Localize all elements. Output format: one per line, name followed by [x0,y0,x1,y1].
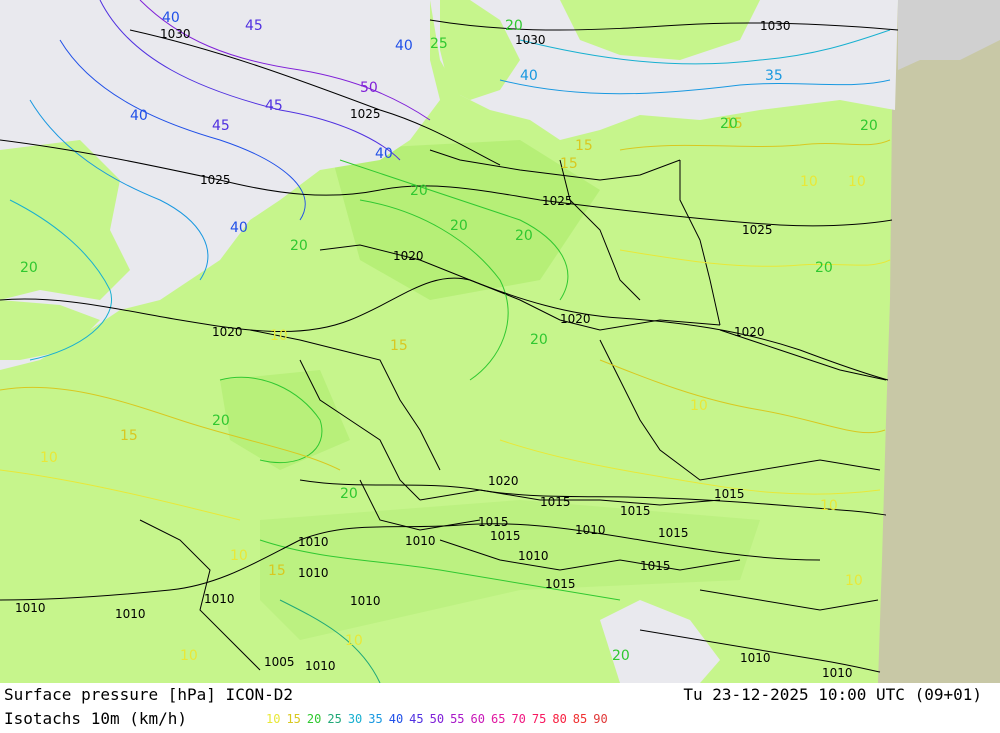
legend-value-20: 20 [306,712,322,726]
isotach-label: 15 [560,156,578,172]
isobar-label: 1015 [478,515,509,529]
isobar-label: 1010 [405,534,436,548]
isobar-label: 1010 [298,566,329,580]
isotachs-label: Isotachs 10m (km/h) [4,709,188,728]
legend-value-75: 75 [531,712,547,726]
legend-value-55: 55 [450,712,465,726]
isobar-label: 1010 [15,601,46,615]
isobar-label: 1015 [714,487,745,501]
isotach-label: 20 [612,648,630,664]
isotach-label: 20 [515,228,533,244]
legend-value-40: 40 [388,712,404,726]
isobar-label: 1015 [658,526,689,540]
isotach-label: 10 [180,648,198,664]
isobar-label: 1020 [212,325,243,339]
isotach-label: 25 [430,36,448,52]
legend-value-60: 60 [470,712,485,726]
legend-value-70: 70 [511,712,526,726]
isotach-label: 20 [720,116,738,132]
legend-value-15: 15 [286,712,301,726]
isotach-label: 40 [375,146,393,162]
isotach-label: 20 [450,218,468,234]
isotach-label: 10 [800,174,818,190]
isobar-label: 1015 [490,529,521,543]
isotach-label: 20 [530,332,548,348]
isotach-label: 20 [290,238,308,254]
legend-value-45: 45 [409,712,424,726]
isobar-label: 1025 [200,173,231,187]
isobar-label: 1020 [560,312,591,326]
isotach-label: 15 [390,338,408,354]
isobar-label: 1010 [822,666,853,680]
legend-value-65: 65 [490,712,506,726]
isotach-label: 40 [162,10,180,26]
isobar-label: 1010 [518,549,549,563]
legend-value-90: 90 [593,712,608,726]
isobar-label: 1010 [298,535,329,549]
isotach-label: 10 [40,450,58,466]
isobar-label: 1030 [160,27,191,41]
isobar-label: 1015 [640,559,671,573]
isotach-label: 10 [845,573,863,589]
legend-value-35: 35 [368,712,383,726]
isobar-label: 1005 [264,655,295,669]
isobar-label: 1025 [350,107,381,121]
isotach-label: 50 [360,80,378,96]
isotach-label: 20 [20,260,38,276]
isotach-label: 45 [245,18,263,34]
legend-value-80: 80 [552,712,567,726]
isobar-label: 1015 [620,504,651,518]
isotach-label: 40 [395,38,413,54]
isobar-label: 1025 [742,223,773,237]
isotach-label: 10 [690,398,708,414]
isotach-label: 35 [765,68,783,84]
isobar-label: 1020 [393,249,424,263]
isotach-label: 10 [230,548,248,564]
isotach-label: 15 [268,563,286,579]
isotach-label: 10 [270,328,288,344]
isobar-label: 1030 [515,33,546,47]
valid-time: Tu 23-12-2025 10:00 UTC (09+01) [683,685,982,704]
isotach-label: 20 [340,486,358,502]
legend-value-10: 10 [266,712,281,726]
isobar-label: 1010 [350,594,381,608]
isobar-label: 1010 [575,523,606,537]
legend-value-85: 85 [572,712,588,726]
isobar-label: 1010 [740,651,771,665]
isotach-label: 15 [120,428,138,444]
isotach-label: 40 [520,68,538,84]
isotach-label: 20 [505,18,523,34]
legend-value-50: 50 [429,712,445,726]
isotach-label: 20 [860,118,878,134]
isobar-label: 1010 [305,659,336,673]
isotach-label: 20 [815,260,833,276]
isotach-label: 40 [130,108,148,124]
isobar-label: 1010 [115,607,146,621]
legend-value-30: 30 [347,712,363,726]
isotach-color-legend: 10 15 20 25 30 35 40 45 50 55 60 65 70 75 80 85 90 [266,712,614,726]
map-footer: Surface pressure [hPa] ICON-D2 Tu 23-12-… [0,683,1000,733]
isobar-label: 1010 [204,592,235,606]
isotach-label: 10 [848,174,866,190]
isotach-label: 45 [265,98,283,114]
product-title: Surface pressure [hPa] ICON-D2 [4,685,293,704]
isotach-label: 40 [230,220,248,236]
isotach-label: 20 [212,413,230,429]
isobar-label: 1015 [545,577,576,591]
isobar-label: 1020 [734,325,765,339]
isobar-label: 1025 [542,194,573,208]
isobar-label: 1030 [760,19,791,33]
weather-map: 1030 1030 1030 1025 1025 1025 1025 1020 … [0,0,1000,684]
isotach-label: 10 [820,498,838,514]
isotach-label: 15 [575,138,593,154]
isotach-label: 20 [410,183,428,199]
isobar-label: 1020 [488,474,519,488]
isobar-label: 1015 [540,495,571,509]
isotach-label: 10 [345,633,363,649]
legend-value-25: 25 [327,712,342,726]
isotach-label: 45 [212,118,230,134]
